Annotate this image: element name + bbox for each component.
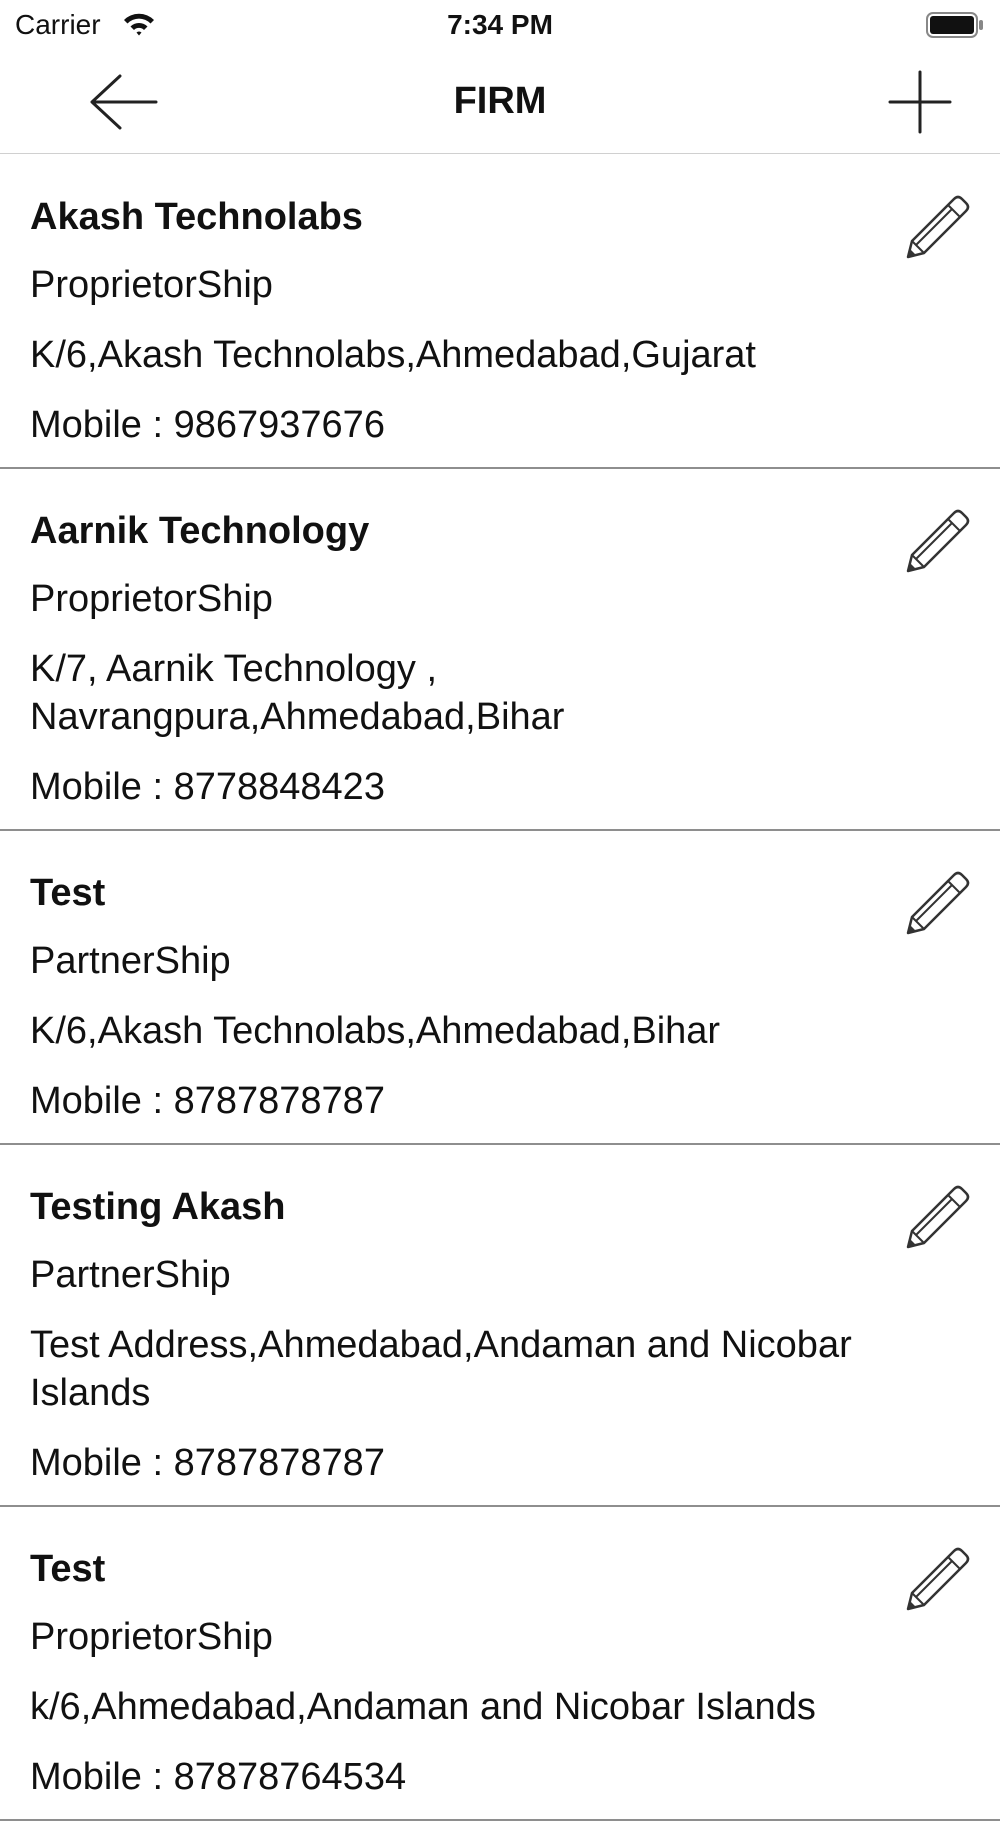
pencil-icon xyxy=(902,505,974,577)
firm-type: ProprietorShip xyxy=(30,264,273,306)
pencil-icon xyxy=(902,867,974,939)
edit-firm-button[interactable] xyxy=(902,1181,974,1253)
plus-icon xyxy=(886,68,954,136)
firm-name: Akash Technolabs xyxy=(30,196,363,238)
firm-row[interactable]: Akash Technolabs ProprietorShip K/6,Akash … xyxy=(0,155,1000,469)
edit-firm-button[interactable] xyxy=(902,505,974,577)
firm-row[interactable]: Testing Akash PartnerShip Test Address,Ahm… xyxy=(0,1145,1000,1507)
firm-type: PartnerShip xyxy=(30,940,231,982)
edit-firm-button[interactable] xyxy=(902,867,974,939)
firm-mobile: Mobile : 8787878787 xyxy=(30,1442,385,1484)
firm-mobile: Mobile : 87878764534 xyxy=(30,1756,407,1798)
back-button[interactable] xyxy=(88,70,160,134)
firm-address: k/6,Ahmedabad,Andaman and Nicobar Island… xyxy=(30,1686,816,1728)
edit-firm-button[interactable] xyxy=(902,1543,974,1615)
add-firm-button[interactable] xyxy=(886,68,954,136)
firm-address: Test Address,Ahmedabad,Andaman and Nicob… xyxy=(30,1324,852,1414)
status-bar: Carrier 7:34 PM xyxy=(0,0,1000,50)
firm-name: Test xyxy=(30,872,106,914)
pencil-icon xyxy=(902,1543,974,1615)
firm-name: Testing Akash xyxy=(30,1186,286,1228)
pencil-icon xyxy=(902,191,974,263)
firm-name: Test xyxy=(30,1548,106,1590)
firm-row[interactable]: Test PartnerShip K/6,Akash Technolabs,Ahme… xyxy=(0,831,1000,1145)
firm-address: K/6,Akash Technolabs,Ahmedabad,Bihar xyxy=(30,1010,721,1052)
firm-type: PartnerShip xyxy=(30,1254,231,1296)
navigation-bar: FIRM xyxy=(0,50,1000,154)
battery-icon xyxy=(926,12,984,38)
firm-list: Akash Technolabs ProprietorShip K/6,Akash … xyxy=(0,155,1000,1821)
firm-row[interactable]: Test ProprietorShip k/6,Ahmedabad,Andaman … xyxy=(0,1507,1000,1821)
pencil-icon xyxy=(902,1181,974,1253)
firm-row[interactable]: Aarnik Technology ProprietorShip K/7, Aarn… xyxy=(0,469,1000,831)
arrow-left-icon xyxy=(88,70,160,134)
firm-name: Aarnik Technology xyxy=(30,510,370,552)
firm-type: ProprietorShip xyxy=(30,1616,273,1658)
firm-type: ProprietorShip xyxy=(30,578,273,620)
firm-mobile: Mobile : 8778848423 xyxy=(30,766,385,808)
firm-mobile: Mobile : 8787878787 xyxy=(30,1080,385,1122)
firm-mobile: Mobile : 9867937676 xyxy=(30,404,385,446)
firm-address: K/6,Akash Technolabs,Ahmedabad,Gujarat xyxy=(30,334,756,376)
status-time: 7:34 PM xyxy=(447,9,553,40)
firm-address: K/7, Aarnik Technology , Navrangpura,Ahm… xyxy=(30,648,565,738)
edit-firm-button[interactable] xyxy=(902,191,974,263)
